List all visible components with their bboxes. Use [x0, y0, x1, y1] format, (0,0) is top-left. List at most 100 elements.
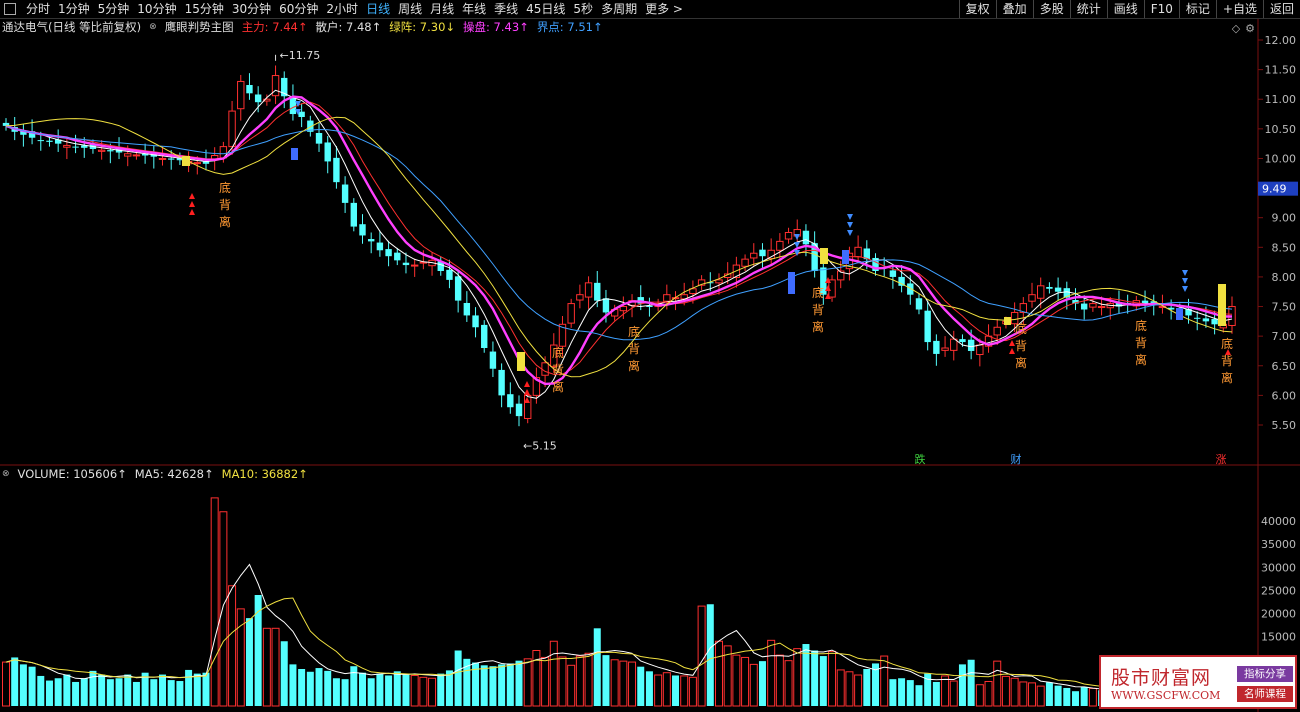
- volume-bar: [185, 669, 193, 706]
- volume-bar: [385, 675, 393, 706]
- volume-bar: [654, 674, 663, 707]
- candle-body: [446, 269, 453, 280]
- divergence-3-char-0: 底: [628, 324, 640, 339]
- watermark-title: 股市财富网: [1111, 667, 1212, 689]
- candle-body: [759, 249, 766, 257]
- volume-bar: [975, 684, 984, 707]
- volume-bar: [584, 652, 593, 707]
- signal-bar-yellow: [182, 156, 190, 166]
- candle-body: [63, 144, 71, 148]
- volume-bar: [915, 685, 923, 706]
- signal-bar-blue: [842, 250, 849, 264]
- chart-canvas[interactable]: 12.0011.5011.0010.5010.009.509.008.508.0…: [0, 0, 1300, 712]
- volume-bar: [498, 664, 506, 706]
- candle-body: [410, 264, 419, 267]
- volume-bar: [289, 664, 297, 706]
- volume-bar: [610, 659, 619, 707]
- candle-body: [132, 154, 141, 157]
- volume-bar: [1010, 677, 1019, 707]
- signal-bar-yellow: [517, 352, 525, 371]
- candle-body: [941, 347, 949, 351]
- volume-bar: [836, 669, 845, 707]
- candle-body: [402, 262, 410, 266]
- volume-bar: [515, 660, 523, 706]
- candle-body: [315, 132, 323, 144]
- volume-bar: [437, 673, 445, 706]
- volume-bar: [219, 511, 228, 707]
- low-price-label: ←5.15: [523, 440, 557, 453]
- candle-body: [602, 298, 610, 313]
- candle-body: [237, 80, 245, 110]
- volume-bar: [410, 674, 419, 707]
- buy-arrow: [189, 209, 195, 215]
- signal-label-0: 跌: [915, 452, 926, 466]
- candle-body: [107, 150, 114, 152]
- price-axis-label: 11.50: [1265, 64, 1297, 77]
- divergence-6-char-0: 底: [1135, 318, 1147, 333]
- divergence-1-char-0: 底: [219, 180, 231, 195]
- divergence-2-char-0: 底: [552, 345, 564, 360]
- volume-axis-label: 35000: [1261, 538, 1296, 551]
- divergence-5-char-0: 底: [1015, 321, 1027, 336]
- volume-bar: [167, 680, 175, 706]
- volume-bar: [645, 671, 653, 706]
- candle-body: [915, 298, 923, 310]
- watermark-tag-2: 名师课程: [1237, 686, 1293, 702]
- volume-bar: [45, 680, 53, 706]
- price-axis-label: 7.50: [1272, 301, 1297, 314]
- divergence-2-char-2: 离: [552, 379, 564, 394]
- volume-bar: [949, 680, 958, 707]
- candle-body: [715, 279, 723, 284]
- volume-bar: [506, 663, 514, 706]
- signal-bar-yellow: [1004, 317, 1011, 325]
- volume-bar: [228, 585, 237, 707]
- volume-bar: [767, 639, 776, 707]
- candle-body: [663, 294, 671, 302]
- volume-axis-label: 15000: [1261, 631, 1296, 644]
- candle-body: [1089, 303, 1097, 308]
- volume-bar: [358, 672, 366, 706]
- volume-bar: [863, 669, 871, 706]
- volume-bar: [236, 608, 245, 707]
- candle-body: [959, 339, 966, 343]
- volume-bar: [132, 681, 140, 706]
- signal-bar-yellow: [1218, 284, 1226, 326]
- sell-arrow: [1182, 270, 1188, 276]
- volume-bar: [245, 618, 253, 706]
- candle-body: [168, 158, 175, 160]
- price-axis-label: 10.00: [1265, 152, 1297, 165]
- divergence-5-char-1: 背: [1015, 339, 1027, 353]
- volume-bar: [775, 654, 784, 707]
- volume-bar: [575, 655, 584, 707]
- volume-bar: [11, 657, 19, 706]
- volume-bar: [210, 497, 219, 707]
- volume-bar: [714, 640, 723, 707]
- divergence-2-char-1: 背: [552, 363, 564, 377]
- volume-bar: [889, 679, 897, 706]
- candle-body: [784, 232, 793, 240]
- candle-body: [889, 270, 897, 277]
- candle-body: [350, 202, 358, 227]
- divergence-6-char-2: 离: [1135, 352, 1147, 367]
- candle-body: [515, 403, 523, 417]
- watermark-url: WWW.GSCFW.COM: [1111, 689, 1221, 702]
- price-axis-label: 6.50: [1272, 360, 1297, 373]
- price-axis-label: 9.00: [1272, 212, 1297, 225]
- candle-body: [341, 184, 349, 203]
- signal-bar-blue: [788, 272, 795, 294]
- candle-body: [97, 149, 106, 152]
- candle-body: [907, 283, 914, 295]
- volume-axis-label: 20000: [1261, 608, 1296, 621]
- volume-bar: [593, 628, 601, 706]
- diamond-icon: ◇: [1232, 22, 1241, 35]
- signal-label-2: 涨: [1216, 453, 1227, 466]
- price-axis-label: 11.00: [1265, 93, 1297, 106]
- watermark-logo: 股市财富网 WWW.GSCFW.COM 指标分享 名师课程: [1099, 655, 1297, 709]
- candle-body: [254, 94, 262, 103]
- volume-bar: [697, 605, 706, 707]
- volume-bar: [1036, 685, 1045, 707]
- signal-bar-yellow: [820, 248, 828, 264]
- sell-arrow: [1182, 286, 1188, 292]
- volume-bar: [367, 678, 375, 706]
- price-axis-label: 12.00: [1265, 34, 1297, 47]
